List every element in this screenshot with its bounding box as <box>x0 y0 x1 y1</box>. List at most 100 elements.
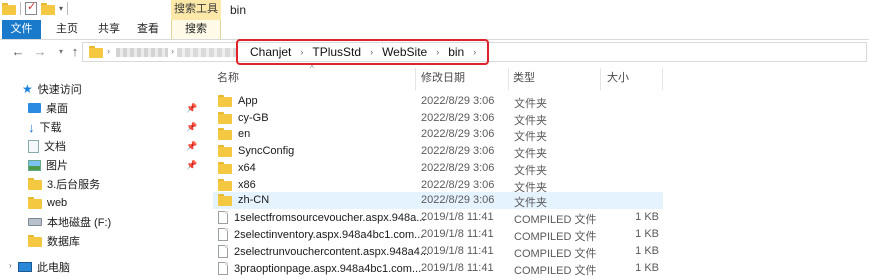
file-name: 2selectinventory.aspx.948a4bc1.com... <box>234 228 424 241</box>
nav-item-documents[interactable]: 文档 <box>28 137 66 155</box>
picture-icon <box>28 159 41 171</box>
list-item[interactable]: cy-GB 2022/8/29 3:06 文件夹 <box>213 110 663 127</box>
chevron-right-icon[interactable]: › <box>171 46 174 56</box>
nav-item-label: 文档 <box>44 141 66 153</box>
column-divider[interactable] <box>415 68 416 90</box>
column-header-name[interactable]: 名称 <box>217 70 413 90</box>
search-tools-header: 搜索工具 <box>171 0 221 20</box>
file-name: cy-GB <box>238 112 269 124</box>
chevron-right-icon[interactable]: › <box>432 47 443 57</box>
file-date: 2019/1/8 11:41 <box>421 211 494 223</box>
back-arrow-icon[interactable]: ← <box>9 43 27 61</box>
folder-icon <box>28 235 42 247</box>
nav-item-label: 本地磁盘 (F:) <box>47 217 112 229</box>
forward-arrow-icon[interactable]: → <box>31 43 49 61</box>
file-name: 3praoptionpage.aspx.948a4bc1.com... <box>234 262 422 275</box>
folder-icon <box>89 46 103 58</box>
list-item[interactable]: 2selectrunvouchercontent.aspx.948a4... 2… <box>213 243 663 260</box>
chevron-down-icon[interactable]: ▾ <box>59 4 63 13</box>
tab-share[interactable]: 共享 <box>92 20 126 39</box>
pin-icon[interactable]: 📌 <box>186 141 197 152</box>
nav-item-pictures[interactable]: 图片 <box>28 156 68 174</box>
tab-view[interactable]: 查看 <box>131 20 165 39</box>
file-size: 1 KB <box>635 262 659 274</box>
separator <box>20 2 21 15</box>
list-item[interactable]: 3praoptionpage.aspx.948a4bc1.com... 2019… <box>213 260 663 277</box>
breadcrumb-website[interactable]: WebSite <box>377 45 432 59</box>
column-header-size[interactable]: 大小 <box>607 70 657 90</box>
computer-icon <box>18 262 32 272</box>
new-folder-icon[interactable] <box>41 2 55 15</box>
chevron-right-icon[interactable]: › <box>469 47 480 57</box>
file-type: 文件夹 <box>514 197 547 209</box>
chevron-right-icon[interactable]: › <box>9 261 12 270</box>
chevron-right-icon[interactable]: › <box>107 46 110 56</box>
chevron-right-icon[interactable]: › <box>366 47 377 57</box>
tab-home[interactable]: 主页 <box>50 20 84 39</box>
file-date: 2022/8/29 3:06 <box>421 112 495 124</box>
breadcrumb-bin[interactable]: bin <box>443 45 469 59</box>
chevron-right-icon[interactable]: › <box>296 47 307 57</box>
folder-icon <box>218 194 232 206</box>
file-name: SyncConfig <box>238 145 295 157</box>
pin-icon[interactable]: 📌 <box>186 160 197 171</box>
address-bar[interactable]: › › Chanjet › TPlusStd › WebSite › bin › <box>82 39 867 65</box>
desktop-icon <box>28 103 41 113</box>
folder-icon <box>28 178 42 190</box>
file-date: 2019/1/8 11:41 <box>421 245 494 257</box>
nav-item-backend-services[interactable]: 3.后台服务 <box>28 175 100 193</box>
column-divider[interactable] <box>600 68 601 90</box>
file-name: 2selectrunvouchercontent.aspx.948a4... <box>234 245 430 258</box>
nav-item-label: 3.后台服务 <box>47 179 101 191</box>
pin-icon[interactable]: 📌 <box>186 122 197 133</box>
breadcrumb-chanjet[interactable]: Chanjet <box>245 45 296 59</box>
folder-icon <box>218 145 232 157</box>
nav-item-downloads[interactable]: ↓ 下载 <box>28 118 62 136</box>
file-date: 2022/8/29 3:06 <box>421 95 495 107</box>
tab-file[interactable]: 文件 <box>2 20 41 39</box>
folder-icon <box>2 2 16 15</box>
pin-icon[interactable]: 📌 <box>186 103 197 114</box>
window-title: bin <box>230 3 247 17</box>
document-icon <box>28 139 39 153</box>
tab-search[interactable]: 搜索 <box>171 20 221 39</box>
redacted-path-segment <box>116 48 168 57</box>
navigation-pane: ★ 快速访问 桌面 📌 ↓ 下载 📌 文档 📌 图片 📌 3.后台服务 web … <box>0 80 205 279</box>
nav-item-database[interactable]: 数据库 <box>28 232 80 250</box>
file-type: COMPILED 文件 <box>514 248 597 260</box>
nav-item-this-pc[interactable]: 此电脑 <box>18 258 70 276</box>
breadcrumb-tplusstd[interactable]: TPlusStd <box>307 45 366 59</box>
properties-icon[interactable] <box>25 0 37 15</box>
list-item[interactable]: x64 2022/8/29 3:06 文件夹 <box>213 160 663 177</box>
list-item[interactable]: 2selectinventory.aspx.948a4bc1.com... 20… <box>213 226 663 243</box>
file-icon <box>218 228 228 241</box>
redacted-path-segment <box>177 48 237 57</box>
file-name: App <box>238 95 258 107</box>
list-item[interactable]: en 2022/8/29 3:06 文件夹 <box>213 126 663 143</box>
file-date: 2022/8/29 3:06 <box>421 145 495 157</box>
file-name: zh-CN <box>238 194 270 206</box>
column-header-type[interactable]: 类型 <box>513 70 601 90</box>
address-row: ← → ▾ ↑ › › Chanjet › TPlusStd › WebSite… <box>0 39 869 65</box>
list-item[interactable]: SyncConfig 2022/8/29 3:06 文件夹 <box>213 143 663 160</box>
list-item[interactable]: zh-CN 2022/8/29 3:06 文件夹 <box>213 192 663 209</box>
quick-access-toolbar: ▾ <box>2 0 69 15</box>
column-divider[interactable] <box>508 68 509 90</box>
column-divider[interactable] <box>662 68 663 90</box>
nav-item-label: web <box>47 197 68 209</box>
nav-item-local-disk-f[interactable]: 本地磁盘 (F:) <box>28 213 111 231</box>
file-type: COMPILED 文件 <box>514 231 597 243</box>
column-header-date[interactable]: 修改日期 <box>421 70 509 90</box>
nav-item-label: 下载 <box>39 122 62 134</box>
nav-item-desktop[interactable]: 桌面 <box>28 99 68 117</box>
file-date: 2022/8/29 3:06 <box>421 128 495 140</box>
file-icon <box>218 211 228 224</box>
list-item[interactable]: App 2022/8/29 3:06 文件夹 <box>213 93 663 110</box>
file-size: 1 KB <box>635 228 659 240</box>
list-item[interactable]: 1selectfromsourcevoucher.aspx.948a... 20… <box>213 209 663 226</box>
nav-item-label: 桌面 <box>46 103 68 115</box>
nav-item-web[interactable]: web <box>28 194 67 212</box>
folder-icon <box>218 112 232 124</box>
nav-item-quick-access[interactable]: ★ 快速访问 <box>22 80 82 98</box>
separator <box>67 2 69 15</box>
